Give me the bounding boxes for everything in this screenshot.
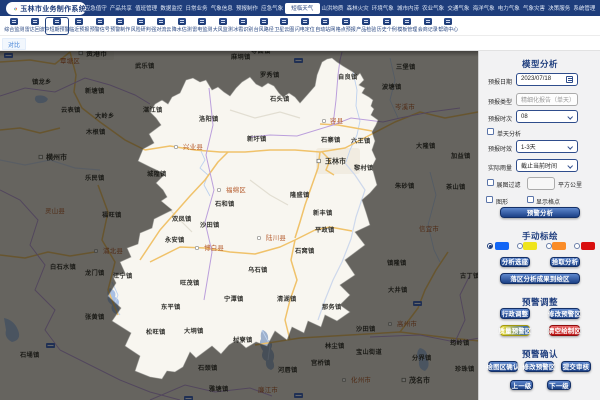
svg-text:宁潭镇: 宁潭镇 — [224, 295, 244, 303]
svg-text:乌石镇: 乌石镇 — [248, 266, 268, 274]
svg-text:陆川县: 陆川县 — [266, 233, 286, 242]
svg-text:黎村镇: 黎村镇 — [353, 164, 374, 172]
svg-text:松旺镇: 松旺镇 — [146, 328, 166, 336]
svg-text:旺茂镇: 旺茂镇 — [180, 279, 200, 287]
svg-text:沙田镇: 沙田镇 — [200, 221, 220, 229]
svg-text:玉林市: 玉林市 — [325, 157, 346, 166]
svg-text:石寨镇: 石寨镇 — [320, 136, 341, 144]
svg-text:大垌镇: 大垌镇 — [184, 327, 204, 335]
svg-text:清湖镇: 清湖镇 — [277, 295, 297, 303]
svg-text:新圩镇: 新圩镇 — [247, 135, 267, 143]
svg-text:那务镇: 那务镇 — [322, 303, 342, 311]
svg-text:石窝镇: 石窝镇 — [294, 247, 315, 255]
svg-text:福绵区: 福绵区 — [226, 185, 246, 194]
svg-text:永安镇: 永安镇 — [164, 236, 185, 244]
svg-text:平政镇: 平政镇 — [315, 226, 335, 234]
svg-text:东平镇: 东平镇 — [161, 303, 181, 311]
svg-text:新丰镇: 新丰镇 — [313, 209, 333, 217]
svg-text:洛阳镇: 洛阳镇 — [199, 115, 219, 123]
svg-text:兴业县: 兴业县 — [183, 142, 203, 151]
svg-text:双凤镇: 双凤镇 — [171, 215, 192, 223]
svg-text:六王镇: 六王镇 — [351, 137, 371, 145]
svg-text:石头镇: 石头镇 — [269, 95, 290, 103]
svg-text:石和镇: 石和镇 — [214, 200, 235, 208]
svg-text:隆盛镇: 隆盛镇 — [290, 191, 310, 199]
svg-text:容县: 容县 — [330, 116, 344, 125]
svg-text:博白县: 博白县 — [204, 243, 224, 252]
